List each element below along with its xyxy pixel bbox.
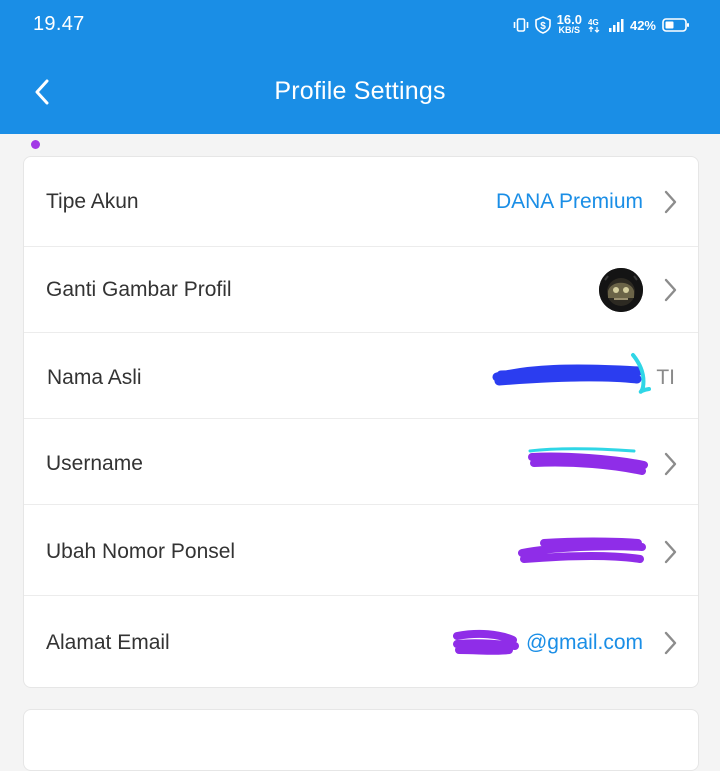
status-icons: $ 16.0 KB/S 4G 42% [513, 10, 690, 40]
redaction-scribble [453, 629, 519, 655]
chevron-right-icon [664, 631, 677, 655]
app-header: Profile Settings [0, 50, 720, 134]
status-time: 19.47 [33, 13, 85, 35]
page-title: Profile Settings [274, 77, 446, 105]
avatar [599, 268, 643, 312]
row-username[interactable]: Username [24, 419, 698, 505]
svg-text:4G: 4G [588, 18, 599, 27]
notification-dot [31, 140, 40, 149]
shield-dollar-icon: $ [534, 16, 551, 34]
net-speed: 16.0 KB/S [556, 12, 582, 36]
chevron-right-icon [664, 540, 677, 564]
chevron-right-icon [664, 452, 677, 476]
row-nama-asli: Nama Asli TI [24, 333, 698, 419]
settings-card-2[interactable] [23, 709, 699, 771]
redaction-scribble [518, 537, 646, 563]
network-4g-icon: 4G [588, 18, 600, 33]
nama-asli-value: TI [656, 366, 675, 389]
battery-icon [662, 18, 689, 32]
row-alamat-email[interactable]: Alamat Email @gmail.com [24, 596, 698, 687]
battery-percent: 42% [629, 17, 656, 33]
row-tipe-akun[interactable]: Tipe Akun DANA Premium [24, 157, 698, 247]
email-label: Alamat Email [46, 631, 170, 654]
status-bar: 19.47 $ 16.0 KB/S 4G 42% [0, 0, 720, 50]
row-ubah-nomor-ponsel[interactable]: Ubah Nomor Ponsel [24, 505, 698, 596]
svg-text:$: $ [540, 21, 546, 32]
vibrate-icon [513, 18, 528, 32]
chevron-right-icon [664, 278, 677, 302]
signal-icon [608, 19, 624, 32]
username-label: Username [46, 452, 143, 475]
tipe-akun-label: Tipe Akun [46, 190, 139, 213]
net-speed-value: 16.0 [556, 12, 582, 27]
ganti-gambar-label: Ganti Gambar Profil [46, 278, 232, 301]
redaction-scribble [528, 447, 648, 475]
email-value: @gmail.com [525, 631, 643, 654]
nama-asli-label: Nama Asli [47, 366, 142, 389]
chevron-right-icon [664, 190, 677, 214]
tipe-akun-value: DANA Premium [495, 190, 643, 213]
nomor-ponsel-label: Ubah Nomor Ponsel [46, 540, 236, 563]
profile-settings-card: Tipe Akun DANA Premium Ganti Gambar Prof… [23, 156, 699, 688]
net-speed-unit: KB/S [558, 25, 581, 35]
row-ganti-gambar-profil[interactable]: Ganti Gambar Profil [24, 247, 698, 333]
redaction-scribble [492, 353, 651, 394]
